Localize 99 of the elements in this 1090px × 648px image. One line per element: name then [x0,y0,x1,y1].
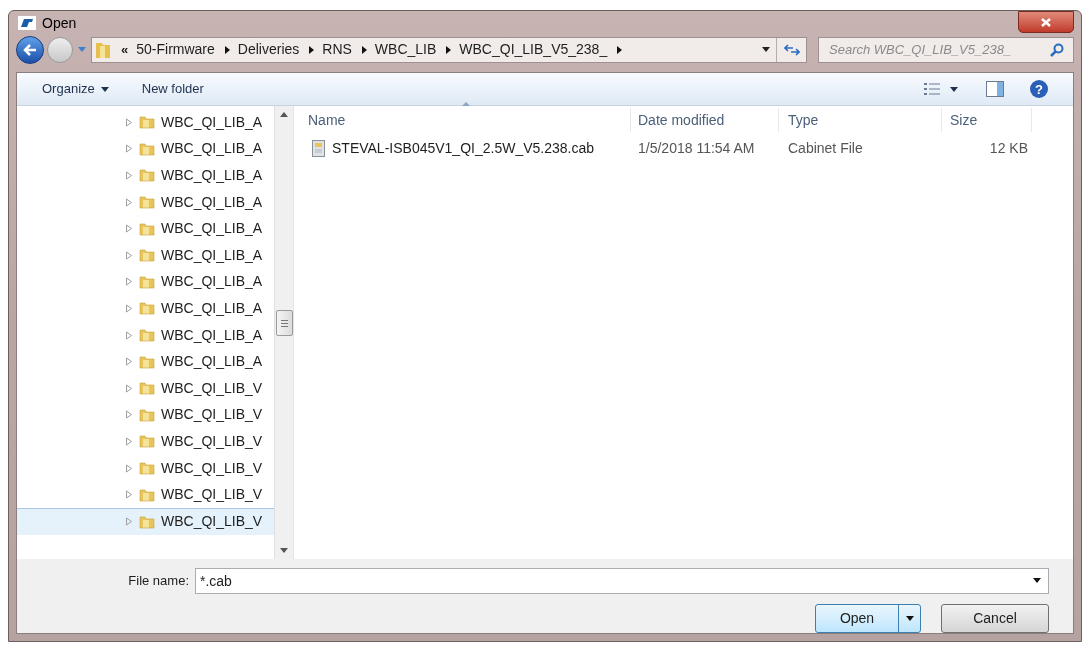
tree-item[interactable]: WBC_QI_LIB_A [17,135,274,163]
folder-icon [139,353,155,370]
tree-item[interactable]: WBC_QI_LIB_A [17,188,274,216]
folder-icon [139,300,155,317]
expand-arrow-icon[interactable] [125,250,133,260]
caret-icon [950,86,958,92]
breadcrumb-segment[interactable]: WBC_LIB [374,39,437,60]
tree-item[interactable]: WBC_QI_LIB_A [17,321,274,349]
caret-icon [1033,578,1041,583]
back-button[interactable] [16,35,44,64]
tree-item[interactable]: WBC_QI_LIB_A [17,295,274,322]
date-modified: 1/5/2018 11:54 AM [637,138,756,158]
chevron-right-icon[interactable] [224,45,230,54]
column-header[interactable]: Date modified [631,108,779,132]
file-name-field[interactable]: *.cab [195,568,1049,594]
folder-icon [139,380,155,397]
column-header[interactable]: Size [942,108,1032,132]
breadcrumb-segment[interactable]: WBC_QI_LIB_V5_238_ [459,39,608,60]
expand-arrow-icon[interactable] [125,463,133,473]
window-title: Open [42,13,77,33]
close-button[interactable] [1018,11,1074,33]
expand-arrow-icon[interactable] [125,410,133,420]
tree-item[interactable]: WBC_QI_LIB_V [17,401,274,429]
breadcrumb-segment[interactable]: Deliveries [237,39,300,60]
tree-item[interactable]: WBC_QI_LIB_V [17,454,274,482]
expand-arrow-icon[interactable] [125,517,133,527]
expand-arrow-icon[interactable] [125,224,133,234]
tree-item[interactable]: WBC_QI_LIB_A [17,215,274,242]
folder-icon [139,406,155,423]
expand-arrow-icon[interactable] [125,117,133,127]
chevron-right-icon[interactable] [617,45,623,54]
tree-item[interactable]: WBC_QI_LIB_V [17,481,274,508]
tree-item[interactable]: WBC_QI_LIB_A [17,109,274,136]
open-button[interactable]: Open [815,604,921,633]
overflow-chevron[interactable]: « [121,39,129,60]
folder-icon [139,140,155,157]
preview-pane-icon[interactable] [986,81,1004,97]
search-icon [1050,42,1064,57]
caret-icon [762,47,770,52]
scroll-up-icon[interactable] [280,112,288,117]
cabinet-file-icon [312,139,325,157]
folder-icon [139,513,155,530]
tree-item[interactable]: WBC_QI_LIB_V [17,507,274,535]
column-header[interactable]: Type [779,108,942,132]
folder-icon [139,247,155,264]
file-row[interactable]: STEVAL-ISB045V1_QI_2.5W_V5.238.cab 1/5/2018 11:54 AM Cabinet File 12 KB [294,136,1073,160]
folder-icon [139,167,155,184]
caret-icon [905,616,914,621]
file-size: 12 KB [988,138,1029,158]
expand-arrow-icon[interactable] [125,144,133,154]
file-type: Cabinet File [787,138,864,158]
expand-arrow-icon[interactable] [125,303,133,313]
folder-icon [139,460,155,476]
chevron-right-icon[interactable] [309,45,315,54]
folder-icon [139,433,155,450]
tree-item[interactable]: WBC_QI_LIB_V [17,428,274,455]
folder-icon [139,114,155,131]
caret-icon [78,47,86,52]
tree-item[interactable]: WBC_QI_LIB_A [17,268,274,296]
tree-item[interactable]: WBC_QI_LIB_A [17,162,274,189]
folder-icon [139,327,155,344]
breadcrumb-segment[interactable]: RNS [322,39,352,60]
close-icon [1041,17,1051,27]
expand-arrow-icon[interactable] [125,197,133,207]
expand-arrow-icon[interactable] [125,330,133,340]
expand-arrow-icon[interactable] [125,357,133,367]
file-name: STEVAL-ISB045V1_QI_2.5W_V5.238.cab [332,138,594,158]
folder-icon [139,194,155,211]
scroll-down-icon[interactable] [280,548,288,553]
back-arrow-icon [23,43,37,56]
breadcrumb-segment[interactable]: 50-Firmware [136,39,215,60]
tree-item[interactable]: WBC_QI_LIB_A [17,348,274,375]
folder-icon [139,273,155,290]
file-name-label: File name: [127,572,190,591]
refresh-arrows-icon [783,43,800,56]
new-folder-button[interactable]: New folder [141,79,204,99]
tree-item[interactable]: WBC_QI_LIB_V [17,374,274,402]
address-bar[interactable]: « 50-Firmware Deliveries RNS WBC_LIB WBC_QI_LIB_V5_238_ [91,36,807,63]
help-button[interactable]: ? [1030,80,1048,98]
expand-arrow-icon[interactable] [125,383,133,393]
column-header[interactable]: Name [294,108,631,132]
organize-button[interactable]: Organize [42,79,109,99]
search-field[interactable]: Search WBC_QI_LIB_V5_238_ [818,36,1074,63]
chevron-right-icon[interactable] [361,45,367,54]
folder-icon [95,40,111,59]
tree-item[interactable]: WBC_QI_LIB_A [17,241,274,269]
chevron-right-icon[interactable] [446,45,452,54]
app-logo-icon [18,16,36,31]
folder-icon [139,220,155,237]
scrollbar[interactable] [274,106,293,559]
expand-arrow-icon[interactable] [125,436,133,446]
cancel-button[interactable]: Cancel [941,604,1049,633]
expand-arrow-icon[interactable] [125,171,133,180]
expand-arrow-icon[interactable] [125,490,133,500]
caret-icon [100,86,109,92]
folder-icon [139,486,155,503]
scroll-thumb[interactable] [275,310,293,336]
view-list-icon[interactable] [924,82,940,96]
expand-arrow-icon[interactable] [125,277,133,287]
